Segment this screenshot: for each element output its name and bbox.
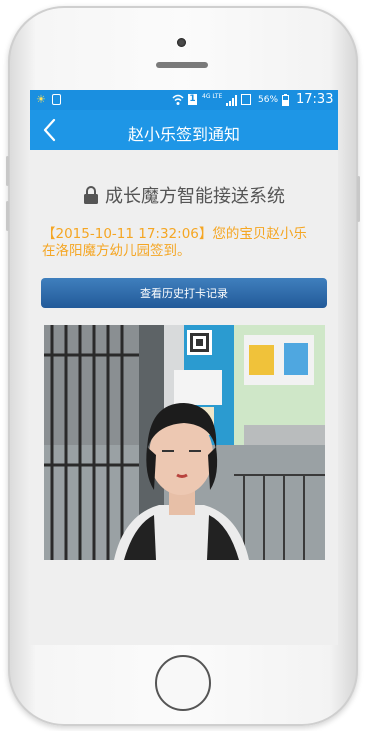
front-camera bbox=[177, 38, 186, 47]
data-saver-icon bbox=[241, 94, 251, 105]
battery-icon bbox=[282, 94, 289, 106]
notice-line-1: 【2015-10-11 17:32:06】您的宝贝赵小乐 bbox=[42, 226, 307, 242]
checkin-photo bbox=[44, 325, 325, 560]
system-title-row: 成长魔方智能接送系统 bbox=[30, 182, 338, 208]
system-title: 成长魔方智能接送系统 bbox=[105, 186, 285, 207]
network-type: 4G LTE bbox=[202, 93, 223, 100]
clock: 17:33 bbox=[296, 92, 334, 107]
volume-button bbox=[6, 156, 9, 186]
header-bar: 赵小乐签到通知 bbox=[30, 110, 338, 150]
sim-icon: 1 bbox=[188, 94, 197, 105]
wifi-icon bbox=[172, 94, 184, 105]
lock-icon bbox=[84, 186, 98, 204]
checkin-notice: 【2015-10-11 17:32:06】您的宝贝赵小乐 在洛阳魔方幼儿园签到。 bbox=[42, 226, 332, 260]
view-history-button[interactable]: 查看历史打卡记录 bbox=[41, 278, 327, 308]
power-button bbox=[357, 176, 360, 222]
notice-line-2: 在洛阳魔方幼儿园签到。 bbox=[42, 243, 191, 259]
signal-icon bbox=[226, 95, 237, 106]
battery-percent: 56% bbox=[258, 95, 279, 105]
status-bar: ☀ 1 4G LTE 56% 17:33 bbox=[30, 90, 338, 110]
page-title: 赵小乐签到通知 bbox=[127, 125, 240, 144]
brightness-icon: ☀ bbox=[36, 93, 46, 106]
home-button[interactable] bbox=[155, 655, 211, 711]
volume-button bbox=[6, 201, 9, 231]
earpiece-speaker bbox=[156, 62, 208, 68]
phone-screen: ☀ 1 4G LTE 56% 17:33 赵小乐签到通知 成长魔方智能接送系统 … bbox=[30, 90, 338, 645]
notification-icon bbox=[52, 94, 61, 105]
